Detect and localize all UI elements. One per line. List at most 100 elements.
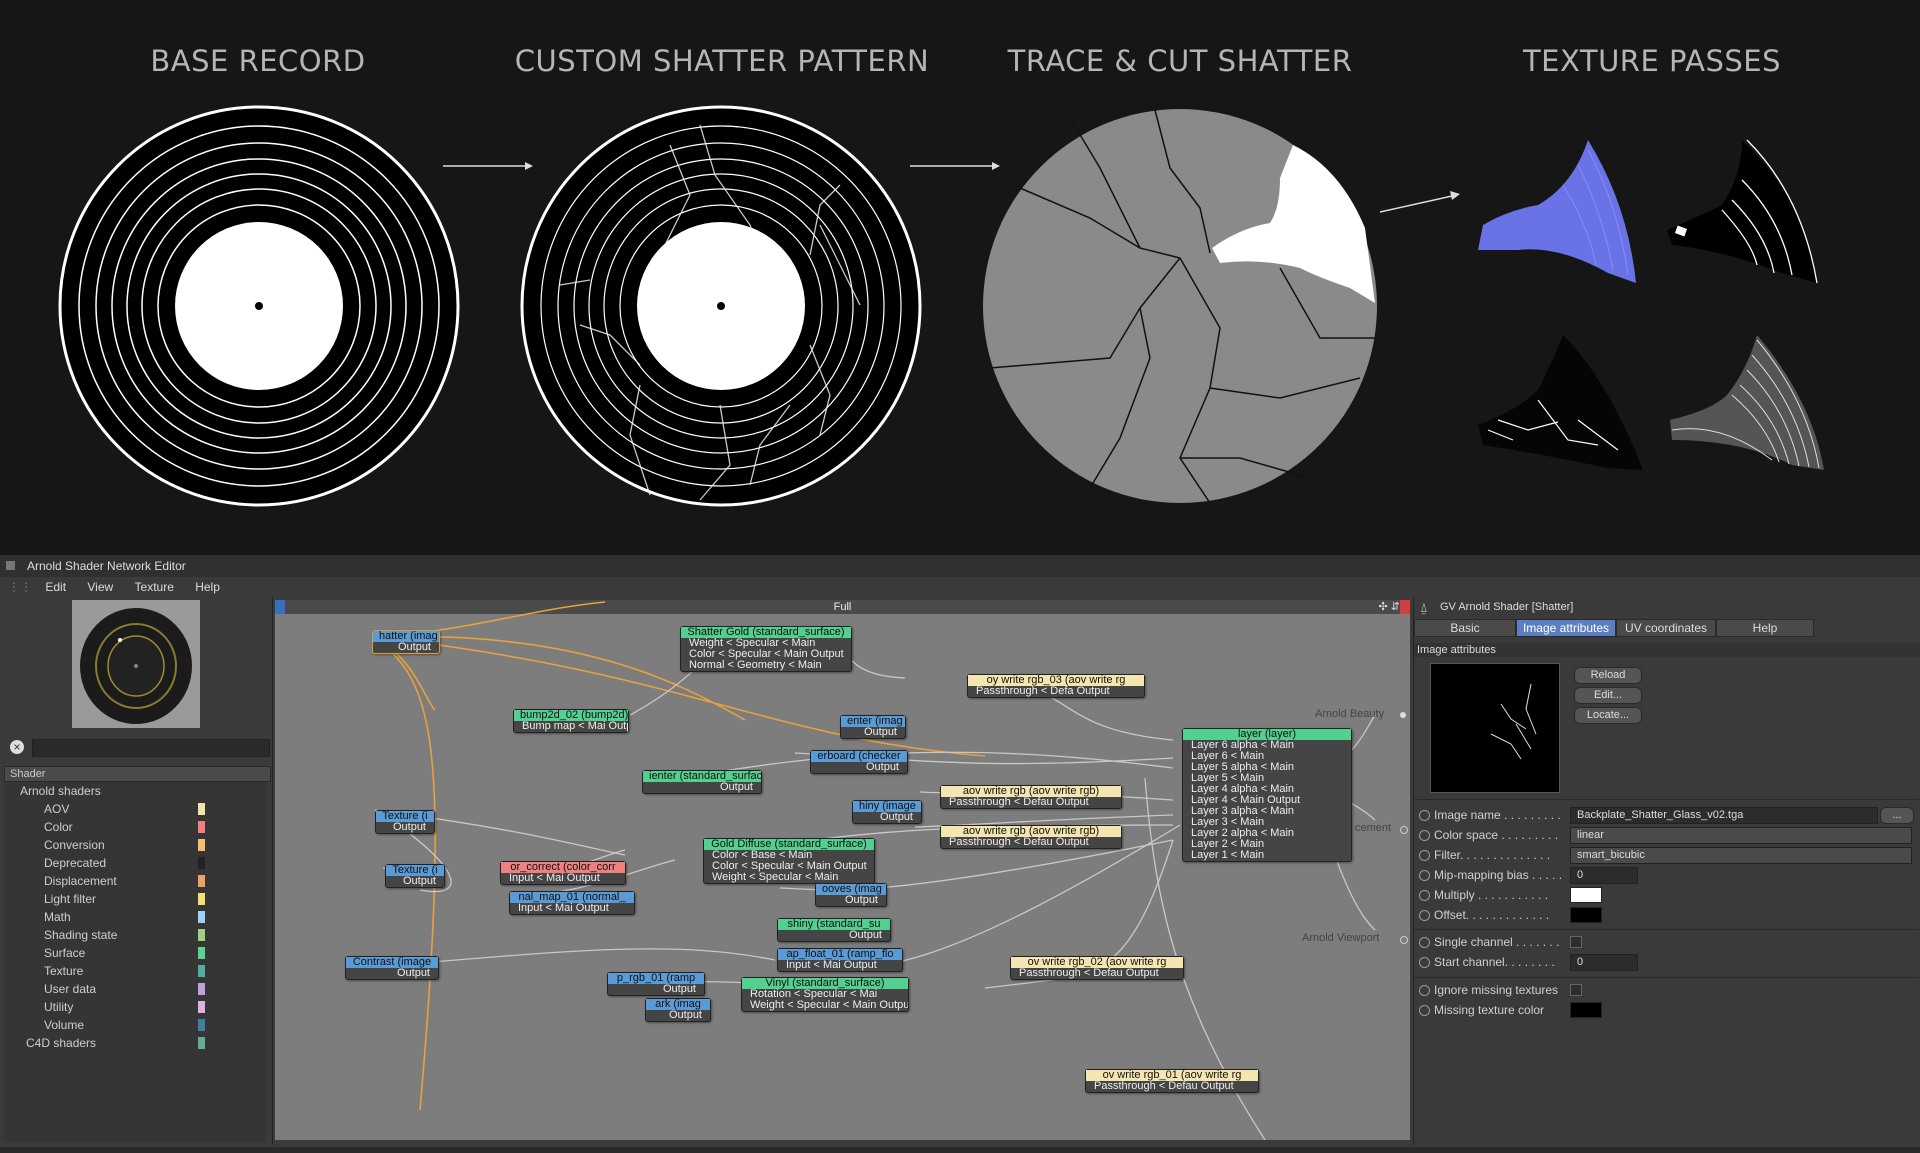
shatter-mask-swatch: [1478, 335, 1643, 470]
node-shiny-standard-surface[interactable]: shiny (standard_su Output: [777, 918, 891, 942]
search-input[interactable]: [32, 739, 270, 757]
multiply-color-swatch[interactable]: [1570, 887, 1602, 903]
category-swatch: [198, 983, 205, 995]
node-center-standard-surface[interactable]: ienter (standard_surfac Output: [642, 770, 762, 794]
tree-item[interactable]: Displacement: [44, 872, 117, 890]
node-gold-diffuse[interactable]: Gold Diffuse (standard_surface) Color < B…: [703, 838, 875, 884]
node-ramp-rgb[interactable]: p_rgb_01 (ramp Output: [607, 972, 705, 996]
tab-image-attributes[interactable]: Image attributes: [1516, 619, 1616, 637]
output-port[interactable]: [1400, 936, 1408, 944]
color-space-select[interactable]: linear: [1570, 827, 1912, 844]
locate-button[interactable]: Locate...: [1574, 707, 1642, 724]
node-checkerboard[interactable]: erboard (checker Output: [810, 750, 908, 774]
node-texture-a[interactable]: Texture (i Output: [375, 810, 435, 834]
node-grooves-image[interactable]: ooves (imag Output: [815, 883, 887, 907]
image-name-field[interactable]: Backplate_Shatter_Glass_v02.tga: [1570, 807, 1878, 824]
tree-item[interactable]: Volume: [44, 1016, 84, 1034]
node-vinyl[interactable]: Vinyl (standard_surface) Rotation < Specu…: [741, 977, 909, 1012]
menu-bar: ⋮⋮ Edit View Texture Help: [0, 577, 1920, 597]
tree-header[interactable]: Shader: [4, 766, 271, 782]
filter-select[interactable]: smart_bicubic: [1570, 847, 1912, 864]
image-name-label: Image name . . . . . . . . .: [1434, 808, 1561, 822]
mipmap-bias-radio[interactable]: [1419, 870, 1430, 881]
offset-color-swatch[interactable]: [1570, 907, 1602, 923]
output-port[interactable]: [1400, 712, 1406, 718]
menu-edit[interactable]: Edit: [45, 577, 66, 597]
multiply-label: Multiply . . . . . . . . . . .: [1434, 888, 1549, 902]
node-ramp-float[interactable]: ap_float_01 (ramp_flo Input < Mai Output: [777, 948, 903, 972]
tab-basic[interactable]: Basic: [1414, 619, 1516, 637]
node-dark-image[interactable]: ark (imag Output: [645, 998, 711, 1022]
category-swatch: [198, 1019, 205, 1031]
section-header[interactable]: Image attributes: [1414, 643, 1920, 657]
node-aov-write-rgb-02[interactable]: ov write rgb_02 (aov write rg Passthrough…: [1010, 956, 1184, 980]
single-channel-checkbox[interactable]: [1570, 936, 1582, 948]
tree-item[interactable]: Shading state: [44, 926, 117, 944]
ignore-missing-radio[interactable]: [1419, 985, 1430, 996]
filter-radio[interactable]: [1419, 850, 1430, 861]
menu-view[interactable]: View: [87, 577, 113, 597]
arrow-icon: [1380, 191, 1460, 213]
node-aov-write-rgb-01[interactable]: ov write rgb_01 (aov write rg Passthrough…: [1085, 1069, 1259, 1093]
tree-item-arnold-shaders[interactable]: Arnold shaders: [20, 782, 101, 800]
node-aov-write-rgb-03[interactable]: oy write rgb_03 (aov write rg Passthrough…: [967, 674, 1145, 698]
menu-texture[interactable]: Texture: [135, 577, 174, 597]
tree-item[interactable]: Deprecated: [44, 854, 106, 872]
multiply-radio[interactable]: [1419, 890, 1430, 901]
tree-item[interactable]: Math: [44, 908, 71, 926]
offset-radio[interactable]: [1419, 910, 1430, 921]
output-port[interactable]: [1400, 826, 1408, 834]
shader-browser-panel: × Shader Arnold shaders AOV Color Conver…: [0, 597, 273, 1145]
missing-color-label: Missing texture color: [1434, 1003, 1545, 1017]
tree-item[interactable]: Color: [44, 818, 73, 836]
tree-item[interactable]: Utility: [44, 998, 73, 1016]
single-channel-label: Single channel . . . . . . .: [1434, 935, 1560, 949]
divider: [1414, 977, 1919, 978]
tree-item[interactable]: Light filter: [44, 890, 96, 908]
node-graph-canvas[interactable]: Full ✣ ⇵ hatter (imag Output Shatter Gol…: [275, 600, 1410, 1140]
menu-help[interactable]: Help: [195, 577, 220, 597]
missing-color-radio[interactable]: [1419, 1005, 1430, 1016]
stage-title-texture-passes: TEXTURE PASSES: [1522, 44, 1782, 78]
node-texture-b[interactable]: Texture (i Output: [385, 864, 445, 888]
edit-button[interactable]: Edit...: [1574, 687, 1642, 704]
clear-search-icon[interactable]: ×: [10, 740, 24, 754]
window-icon: [6, 561, 15, 570]
reload-button[interactable]: Reload: [1574, 667, 1642, 684]
node-shiny-image[interactable]: hiny (image Output: [852, 800, 922, 824]
window-title: Arnold Shader Network Editor: [27, 559, 186, 573]
tree-item[interactable]: AOV: [44, 800, 69, 818]
browse-button[interactable]: ...: [1880, 807, 1914, 824]
tree-item[interactable]: Conversion: [44, 836, 105, 854]
node-contrast-image[interactable]: Contrast (image Output: [345, 956, 439, 980]
node-center-image[interactable]: enter (imag Output: [840, 715, 906, 739]
start-channel-radio[interactable]: [1419, 957, 1430, 968]
output-arnold-beauty[interactable]: Arnold Beauty: [1315, 708, 1384, 720]
tree-item-c4d-shaders[interactable]: C4D shaders: [26, 1034, 96, 1052]
tree-item[interactable]: Surface: [44, 944, 85, 962]
node-normal-map[interactable]: nal_map_01 (normal_ Input < Mai Output: [509, 891, 635, 915]
window-titlebar: Arnold Shader Network Editor: [0, 555, 1920, 578]
node-bump2d[interactable]: bump2d_02 (bump2d)Bump map < Mai Output: [513, 709, 629, 733]
tab-uv-coordinates[interactable]: UV coordinates: [1616, 619, 1716, 637]
color-space-radio[interactable]: [1419, 830, 1430, 841]
tree-item[interactable]: User data: [44, 980, 96, 998]
tab-help[interactable]: Help: [1716, 619, 1814, 637]
missing-color-swatch[interactable]: [1570, 1002, 1602, 1018]
node-color-correct[interactable]: or_correct (color_corr Input < Mai Output: [500, 861, 626, 885]
node-shatter-image[interactable]: hatter (imag Output: [372, 630, 440, 654]
tree-item[interactable]: Texture: [44, 962, 83, 980]
node-layer[interactable]: layer (layer) Layer 6 alpha < Main Layer 6…: [1182, 728, 1352, 862]
output-displacement[interactable]: cement: [1355, 822, 1391, 834]
output-arnold-viewport[interactable]: Arnold Viewport: [1302, 932, 1379, 944]
start-channel-field[interactable]: 0: [1570, 954, 1638, 971]
image-name-radio[interactable]: [1419, 810, 1430, 821]
single-channel-radio[interactable]: [1419, 937, 1430, 948]
node-aov-write-rgb-b[interactable]: aov write rgb (aov write rgb) Passthrough…: [940, 825, 1122, 849]
stage-title-custom-shatter: CUSTOM SHATTER PATTERN: [514, 44, 930, 78]
node-shatter-gold[interactable]: Shatter Gold (standard_surface) Weight < …: [680, 626, 852, 672]
ignore-missing-checkbox[interactable]: [1570, 984, 1582, 996]
node-aov-write-rgb-a[interactable]: aov write rgb (aov write rgb) Passthrough…: [940, 785, 1122, 809]
mipmap-bias-field[interactable]: 0: [1570, 867, 1638, 884]
category-swatch: [198, 929, 205, 941]
